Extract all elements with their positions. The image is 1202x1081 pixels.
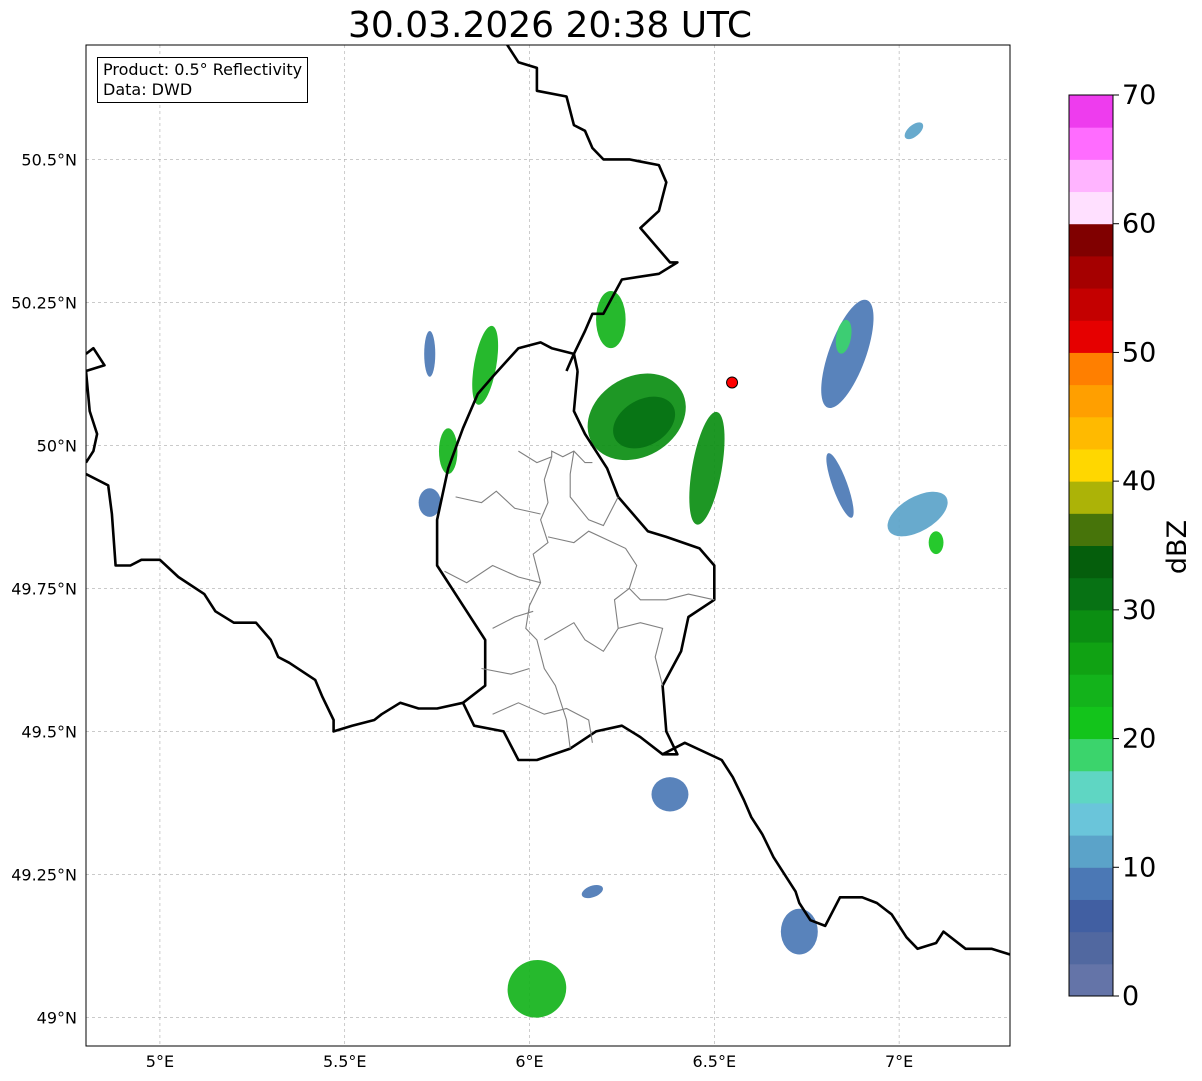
colorbar-bins xyxy=(1069,95,1113,997)
colorbar-tick-label: 10 xyxy=(1122,852,1156,883)
colorbar-bin xyxy=(1069,545,1113,579)
colorbar-ticks: 0 10 20 30 40 50 60 70 xyxy=(1113,80,1156,1012)
colorbar-bin xyxy=(1069,448,1113,482)
colorbar-bin xyxy=(1069,159,1113,193)
colorbar-tick-label: 70 xyxy=(1122,80,1156,111)
colorbar-bin xyxy=(1069,513,1113,546)
colorbar-tick-label: 0 xyxy=(1122,981,1139,1012)
colorbar: 0 10 20 30 40 50 60 70 dBZ xyxy=(1068,80,1193,1012)
colorbar-tick-label: 30 xyxy=(1122,595,1156,626)
colorbar-bin xyxy=(1069,963,1113,997)
colorbar-bin xyxy=(1069,127,1113,160)
colorbar-tick-label: 60 xyxy=(1122,209,1156,240)
colorbar-bin xyxy=(1069,674,1113,707)
colorbar-bin xyxy=(1069,416,1113,450)
colorbar-bin xyxy=(1069,609,1113,643)
colorbar-bin xyxy=(1069,481,1113,514)
colorbar-bin xyxy=(1069,577,1113,611)
colorbar-bin xyxy=(1069,899,1113,933)
colorbar-bin xyxy=(1069,352,1113,386)
colorbar-bin xyxy=(1069,770,1113,804)
colorbar-bin xyxy=(1069,95,1113,128)
colorbar-tick-label: 40 xyxy=(1122,466,1156,497)
colorbar-bin xyxy=(1069,738,1113,772)
colorbar-bin xyxy=(1069,384,1113,418)
colorbar-bin xyxy=(1069,223,1113,257)
colorbar-bin xyxy=(1069,802,1113,836)
colorbar-bin xyxy=(1069,706,1113,740)
colorbar-bin xyxy=(1069,867,1113,900)
colorbar-label: dBZ xyxy=(1162,520,1193,574)
colorbar-tick-label: 20 xyxy=(1122,724,1156,755)
colorbar-bin xyxy=(1069,255,1113,289)
colorbar-bin xyxy=(1069,642,1113,675)
colorbar-bin xyxy=(1069,931,1113,965)
colorbar-bin xyxy=(1069,320,1113,353)
colorbar-tick-label: 50 xyxy=(1122,337,1156,368)
colorbar-bin xyxy=(1069,288,1113,321)
colorbar-bin xyxy=(1069,835,1113,868)
colorbar-bin xyxy=(1069,191,1113,225)
